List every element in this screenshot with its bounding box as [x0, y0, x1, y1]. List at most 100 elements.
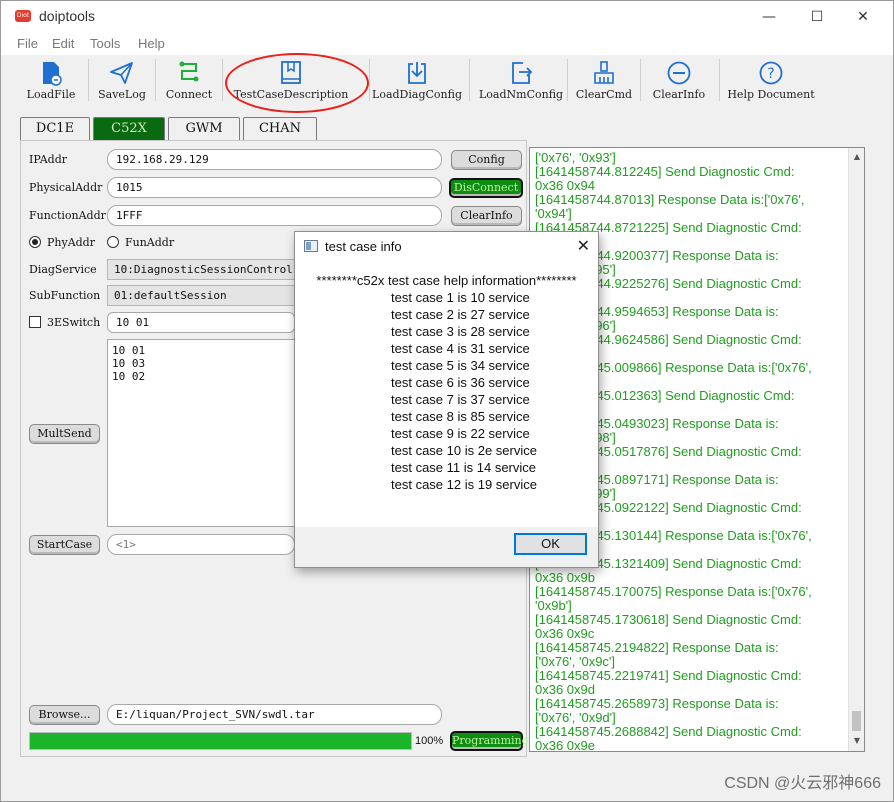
progress-fill — [30, 733, 411, 749]
functionaddr-input[interactable]: 1FFF — [107, 205, 442, 226]
startcase-select[interactable]: <1> — [107, 534, 295, 555]
dialog-close-button[interactable]: ✕ — [577, 236, 590, 255]
log-line: [1641458745.1730618] Send Diagnostic Cmd… — [535, 613, 802, 627]
phyaddr-radio-label: PhyAddr — [47, 236, 95, 249]
diagservice-label: DiagService — [29, 263, 97, 276]
connect-button[interactable]: Connect — [159, 57, 219, 103]
svg-text:?: ? — [767, 66, 774, 82]
3eswitch-checkbox[interactable] — [29, 316, 41, 328]
programming-button[interactable]: Programming — [450, 731, 529, 751]
tab-dc1e[interactable]: DC1E — [20, 117, 90, 141]
loaddiagconfig-button[interactable]: LoadDiagConfig — [371, 57, 463, 103]
log-line: [1641458745.2688842] Send Diagnostic Cmd… — [535, 725, 802, 739]
close-button[interactable]: ✕ — [843, 5, 883, 29]
toolbar-label: ClearCmd — [575, 88, 633, 101]
menu-file[interactable]: File — [17, 36, 38, 51]
log-line: 0x36 0x9d — [535, 683, 595, 697]
menu-edit[interactable]: Edit — [52, 36, 74, 51]
disconnect-button[interactable]: DisConnect — [449, 178, 523, 198]
log-scrollbar[interactable]: ▲ ▼ — [848, 148, 864, 751]
log-line: [1641458744.87013] Response Data is:['0x… — [535, 193, 805, 207]
toolbar-separator — [88, 59, 89, 101]
phyaddr-radio[interactable] — [29, 236, 41, 248]
clearinfo-button[interactable]: ClearInfo — [451, 206, 522, 226]
ok-button[interactable]: OK — [514, 533, 587, 555]
dialog-title-bar[interactable]: test case info ✕ — [295, 232, 598, 262]
help-document-button[interactable]: ? Help Document — [725, 57, 817, 103]
multsend-textarea[interactable]: 10 01 10 03 10 02 — [107, 339, 295, 527]
config-button[interactable]: Config — [451, 150, 522, 170]
load-nm-icon — [512, 62, 533, 84]
startcase-button[interactable]: StartCase — [29, 535, 100, 555]
menu-bar: File Edit Tools Help — [1, 33, 893, 55]
funaddr-radio-label: FunAddr — [125, 236, 175, 249]
broom-icon — [594, 61, 614, 84]
help-icon: ? — [759, 61, 783, 85]
app-logo-icon: Diot — [15, 10, 31, 22]
scroll-up-icon[interactable]: ▲ — [852, 152, 862, 162]
load-file-icon — [43, 62, 62, 86]
log-line: 0x36 0x94 — [535, 179, 595, 193]
functionaddr-label: FunctionAddr — [29, 209, 106, 222]
toolbar-label: LoadDiagConfig — [372, 88, 462, 101]
dialog-case-item: test case 10 is 2e service — [391, 443, 537, 458]
ipaddr-input[interactable]: 192.168.29.129 — [107, 149, 442, 170]
bookmark-icon — [281, 61, 301, 84]
dialog-case-item: test case 4 is 31 service — [391, 341, 530, 356]
toolbar-separator — [222, 59, 223, 101]
minimize-button[interactable]: — — [749, 5, 789, 29]
diagservice-select[interactable]: 10:DiagnosticSessionControl — [107, 259, 295, 280]
tab-chan[interactable]: CHAN — [243, 117, 317, 141]
savelog-button[interactable]: SaveLog — [91, 57, 153, 103]
3eswitch-input[interactable]: 10 01 — [107, 312, 295, 333]
toolbar-label: LoadFile — [26, 88, 76, 101]
maximize-button[interactable]: ☐ — [797, 5, 837, 29]
clearcmd-button[interactable]: ClearCmd — [573, 57, 635, 103]
log-line: 0x36 0x9c — [535, 627, 595, 641]
title-bar[interactable]: Diot doiptools — ☐ ✕ — [1, 1, 893, 33]
toolbar: LoadFile SaveLog Connect TestCaseDescrip… — [9, 57, 887, 103]
toolbar-label: SaveLog — [98, 88, 146, 101]
scroll-thumb[interactable] — [852, 711, 861, 731]
log-line: [1641458744.812245] Send Diagnostic Cmd: — [535, 165, 795, 179]
browse-button[interactable]: Browse... — [29, 705, 100, 725]
browse-path-input[interactable]: E:/liquan/Project_SVN/swdl.tar — [107, 704, 442, 725]
log-line: 0x36 0x9e — [535, 739, 595, 752]
tab-gwm[interactable]: GWM — [168, 117, 240, 141]
dialog-title: test case info — [325, 239, 402, 254]
tab-c52x[interactable]: C52X — [93, 117, 165, 141]
log-line: ['0x76', '0x9c'] — [535, 655, 616, 669]
funaddr-radio[interactable] — [107, 236, 119, 248]
menu-tools[interactable]: Tools — [90, 36, 120, 51]
progress-bar — [29, 732, 412, 750]
3eswitch-label: 3ESwitch — [47, 316, 101, 329]
toolbar-separator — [719, 59, 720, 101]
testcasedescription-button[interactable]: TestCaseDescription — [227, 57, 355, 103]
multsend-button[interactable]: MultSend — [29, 424, 100, 444]
dialog-case-item: test case 7 is 37 service — [391, 392, 530, 407]
dialog-case-item: test case 8 is 85 service — [391, 409, 530, 424]
toolbar-label: TestCaseDescription — [233, 88, 349, 101]
menu-help[interactable]: Help — [138, 36, 165, 51]
dialog-case-item: test case 2 is 27 service — [391, 307, 530, 322]
scroll-down-icon[interactable]: ▼ — [852, 736, 862, 746]
toolbar-separator — [369, 59, 370, 101]
multsend-line: 10 01 — [112, 344, 146, 357]
toolbar-label: Connect — [165, 88, 213, 101]
subfunction-select[interactable]: 01:defaultSession — [107, 285, 295, 306]
test-case-info-dialog: test case info ✕ ********c52x test case … — [294, 231, 599, 568]
watermark: CSDN @火云邪神666 — [724, 775, 881, 792]
window-title: doiptools — [39, 8, 96, 24]
log-line: ['0x76', '0x93'] — [535, 151, 616, 165]
loadfile-button[interactable]: LoadFile — [21, 57, 81, 103]
toolbar-separator — [469, 59, 470, 101]
clearinfo-toolbar-button[interactable]: ClearInfo — [647, 57, 711, 103]
dialog-case-item: test case 9 is 22 service — [391, 426, 530, 441]
toolbar-label: ClearInfo — [652, 88, 706, 101]
physicaladdr-input[interactable]: 1015 — [107, 177, 442, 198]
log-line: [1641458745.2658973] Response Data is: — [535, 697, 779, 711]
loadnmconfig-button[interactable]: LoadNmConfig — [479, 57, 563, 103]
toolbar-separator — [640, 59, 641, 101]
log-line: '0x9b'] — [535, 599, 572, 613]
ipaddr-label: IPAddr — [29, 153, 68, 166]
